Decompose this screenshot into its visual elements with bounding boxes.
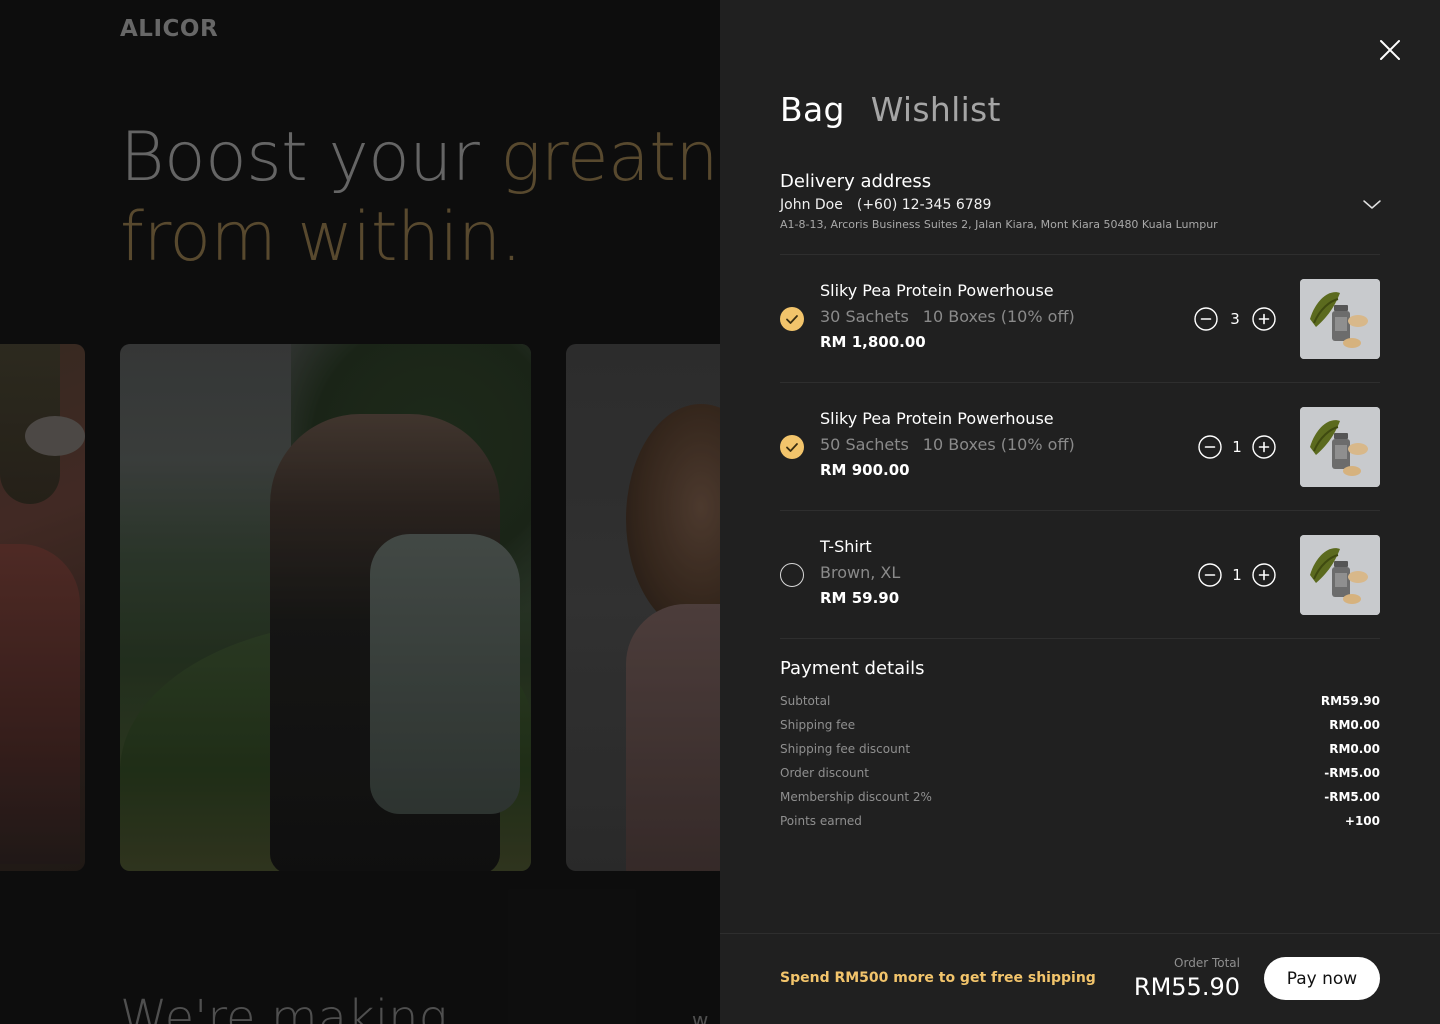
minus-icon[interactable] — [1198, 435, 1222, 459]
product-thumbnail[interactable] — [1300, 407, 1380, 487]
hero-heading: Boost your greatn from within. — [120, 118, 718, 278]
lifestyle-photo-child[interactable] — [566, 344, 720, 871]
product-thumbnail[interactable] — [1300, 535, 1380, 615]
quantity-stepper: 3 — [1194, 307, 1276, 331]
close-icon[interactable] — [1378, 38, 1402, 62]
tab-bag[interactable]: Bag — [780, 90, 845, 129]
item-checkbox[interactable] — [780, 307, 804, 331]
hero-text-gold: greatn — [500, 118, 718, 197]
item-variant: 30 Sachets 10 Boxes (10% off) — [820, 307, 1075, 326]
chevron-down-icon[interactable] — [1362, 196, 1382, 210]
plus-icon[interactable] — [1252, 563, 1276, 587]
item-info: T-Shirt Brown, XL RM 59.90 — [820, 537, 900, 607]
delivery-name: John Doe — [780, 197, 843, 213]
divider — [780, 382, 1380, 383]
minus-icon[interactable] — [1198, 563, 1222, 587]
item-name[interactable]: Sliky Pea Protein Powerhouse — [820, 409, 1075, 428]
product-thumbnail[interactable] — [1300, 279, 1380, 359]
delivery-address[interactable]: Delivery address John Doe (+60) 12-345 67… — [780, 171, 1380, 231]
divider — [780, 510, 1380, 511]
delivery-contact: John Doe (+60) 12-345 6789 — [780, 197, 1380, 213]
photo-backpack — [370, 534, 520, 814]
lifestyle-photo-hiker[interactable] — [120, 344, 531, 871]
item-variant: Brown, XL — [820, 563, 901, 582]
cart-item: T-Shirt Brown, XL RM 59.90 1 — [780, 535, 1380, 615]
item-name[interactable]: T-Shirt — [820, 537, 900, 556]
item-name[interactable]: Sliky Pea Protein Powerhouse — [820, 281, 1075, 300]
photo-person — [0, 544, 80, 864]
quantity-value: 1 — [1232, 438, 1242, 456]
order-total-label: Order Total — [1174, 956, 1240, 970]
item-price: RM 1,800.00 — [820, 333, 926, 351]
payment-details-title: Payment details — [780, 658, 925, 679]
item-price: RM 59.90 — [820, 589, 900, 607]
item-info: Sliky Pea Protein Powerhouse 50 Sachets 1… — [820, 409, 1075, 479]
lifestyle-photo-left[interactable] — [0, 344, 85, 871]
payment-row-points: Points earned +100 — [780, 814, 1380, 828]
payment-row-subtotal: Subtotal RM59.90 — [780, 694, 1380, 708]
divider — [780, 254, 1380, 255]
plus-icon[interactable] — [1252, 307, 1276, 331]
drawer-tabs: Bag Wishlist — [780, 90, 1001, 129]
payment-details: Subtotal RM59.90 Shipping fee RM0.00 Shipp… — [780, 694, 1380, 838]
background-page: ALICOR Boost your greatn from within. We… — [0, 0, 720, 1024]
item-checkbox[interactable] — [780, 435, 804, 459]
pay-now-button[interactable]: Pay now — [1264, 957, 1380, 1000]
item-price: RM 900.00 — [820, 461, 910, 479]
payment-row-order-discount: Order discount -RM5.00 — [780, 766, 1380, 780]
brand-logo[interactable]: ALICOR — [120, 16, 218, 42]
divider — [780, 638, 1380, 639]
item-info: Sliky Pea Protein Powerhouse 30 Sachets 1… — [820, 281, 1075, 351]
order-total-value: RM55.90 — [1133, 973, 1240, 1001]
photo-child-body — [626, 604, 720, 871]
delivery-address-title: Delivery address — [780, 171, 932, 192]
cart-item: Sliky Pea Protein Powerhouse 50 Sachets 1… — [780, 407, 1380, 487]
payment-row-shipping-discount: Shipping fee discount RM0.00 — [780, 742, 1380, 756]
hero-text-muted: Boost your — [120, 118, 501, 197]
cart-item: Sliky Pea Protein Powerhouse 30 Sachets 1… — [780, 279, 1380, 359]
tab-wishlist[interactable]: Wishlist — [871, 90, 1001, 129]
section-heading-right: w — [692, 1008, 709, 1024]
delivery-full-address: A1-8-13, Arcoris Business Suites 2, Jala… — [780, 218, 1218, 231]
quantity-value: 1 — [1232, 566, 1242, 584]
photo-lamp — [25, 416, 85, 456]
quantity-stepper: 1 — [1198, 435, 1276, 459]
free-shipping-promo: Spend RM500 more to get free shipping — [780, 970, 1096, 986]
section-heading: We're making — [120, 990, 448, 1024]
hero-text-line2: from within. — [120, 198, 522, 277]
quantity-stepper: 1 — [1198, 563, 1276, 587]
cart-drawer: Bag Wishlist Delivery address John Doe (+… — [720, 0, 1440, 1024]
payment-row-shipping-fee: Shipping fee RM0.00 — [780, 718, 1380, 732]
payment-row-membership-discount: Membership discount 2% -RM5.00 — [780, 790, 1380, 804]
item-variant: 50 Sachets 10 Boxes (10% off) — [820, 435, 1075, 454]
quantity-value: 3 — [1230, 310, 1240, 328]
footer-divider — [720, 933, 1440, 934]
plus-icon[interactable] — [1252, 435, 1276, 459]
minus-icon[interactable] — [1194, 307, 1218, 331]
item-checkbox[interactable] — [780, 563, 804, 587]
delivery-phone: (+60) 12-345 6789 — [856, 197, 992, 213]
photo-child-face — [626, 404, 720, 634]
